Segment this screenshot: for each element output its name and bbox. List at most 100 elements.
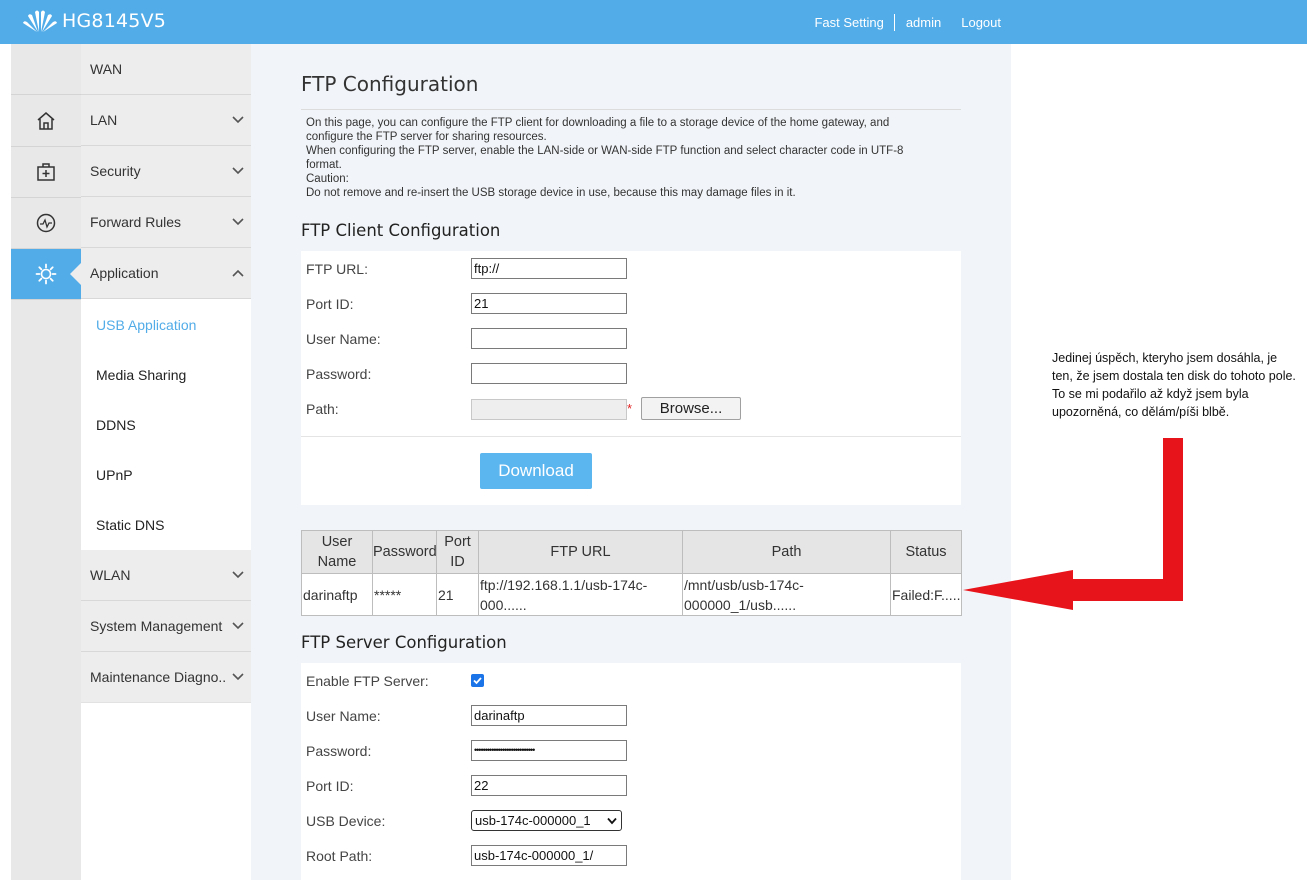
chevron-down-icon — [232, 571, 244, 579]
client-path-input — [471, 399, 627, 420]
root-path-label: Root Path: — [306, 848, 373, 864]
main-content: FTP Configuration On this page, you can … — [251, 44, 1011, 880]
submenu-media-sharing[interactable]: Media Sharing — [81, 350, 251, 400]
nav-separator — [893, 13, 895, 31]
checkmark-icon — [473, 677, 482, 685]
top-bar: HG8145V5 Fast Setting admin Logout — [0, 0, 1307, 44]
page-title: FTP Configuration — [301, 72, 479, 96]
chevron-down-icon — [232, 218, 244, 226]
ftp-url-label: FTP URL: — [306, 261, 368, 277]
pulse-icon — [36, 213, 56, 233]
brand: HG8145V5 — [22, 6, 166, 36]
server-port-label: Port ID: — [306, 778, 354, 794]
menu-security-label: Security — [90, 163, 141, 179]
menu-wlan[interactable]: WLAN — [81, 550, 251, 601]
menu-system-label: System Management — [90, 618, 223, 634]
menu-forward-rules[interactable]: Forward Rules — [81, 197, 251, 248]
browse-button[interactable]: Browse... — [641, 397, 741, 420]
huawei-logo-icon — [23, 10, 57, 32]
col-user-name: User Name — [301, 530, 373, 574]
submenu-upnp[interactable]: UPnP — [81, 450, 251, 500]
server-password-label: Password: — [306, 743, 372, 759]
submenu-usb-label: USB Application — [96, 317, 197, 333]
fast-setting-link[interactable]: Fast Setting — [814, 15, 883, 30]
ftp-server-panel: Enable FTP Server: User Name: darinaftp … — [301, 663, 961, 880]
client-user-input[interactable] — [471, 328, 627, 349]
menu-application[interactable]: Application — [81, 248, 251, 299]
usb-device-select[interactable]: usb-174c-000000_1 — [471, 810, 622, 831]
client-password-input[interactable] — [471, 363, 627, 384]
submenu-media-label: Media Sharing — [96, 367, 187, 383]
device-model: HG8145V5 — [62, 10, 167, 32]
menu-lan[interactable]: LAN — [81, 95, 251, 146]
menu-spacer — [81, 702, 251, 880]
submenu-upnp-label: UPnP — [96, 467, 133, 483]
col-port-id: Port ID — [436, 530, 479, 574]
submenu-ddns-label: DDNS — [96, 417, 136, 433]
chevron-down-icon — [232, 673, 244, 681]
enable-server-label: Enable FTP Server: — [306, 673, 429, 689]
gear-icon — [35, 263, 57, 285]
submenu-usb-application[interactable]: USB Application — [81, 300, 251, 350]
chevron-down-icon — [232, 622, 244, 630]
menu-system-management[interactable]: System Management — [81, 601, 251, 652]
col-password: Password — [372, 530, 437, 574]
nav-icon-add-box[interactable] — [11, 147, 81, 198]
ftp-download-table: User Name Password Port ID FTP URL Path … — [301, 530, 962, 616]
description-line: format. — [306, 159, 342, 171]
description-line: Do not remove and re-insert the USB stor… — [306, 187, 796, 199]
client-user-label: User Name: — [306, 331, 381, 347]
chevron-down-icon — [232, 116, 244, 124]
red-arrow-annotation — [963, 438, 1183, 610]
description-line: On this page, you can configure the FTP … — [306, 117, 890, 129]
client-port-input[interactable]: 21 — [471, 293, 627, 314]
nav-icon-application[interactable] — [11, 249, 81, 300]
logout-link[interactable]: Logout — [961, 15, 1001, 30]
chevron-down-icon — [232, 167, 244, 175]
root-path-input[interactable]: usb-174c-000000_1/ — [471, 845, 627, 866]
nav-icon-pulse[interactable] — [11, 198, 81, 249]
col-status: Status — [890, 530, 962, 574]
menu-lan-label: LAN — [90, 112, 118, 128]
submenu-staticdns-label: Static DNS — [96, 517, 165, 533]
cell-port-id: 21 — [436, 573, 479, 616]
client-section-title: FTP Client Configuration — [301, 221, 501, 240]
enable-server-checkbox[interactable] — [471, 674, 484, 687]
top-nav: Fast Setting admin Logout — [814, 0, 1307, 44]
add-box-icon — [37, 163, 55, 181]
col-ftp-url: FTP URL — [478, 530, 683, 574]
submenu-static-dns[interactable]: Static DNS — [81, 500, 251, 550]
server-port-input[interactable]: 22 — [471, 775, 627, 796]
menu-wan[interactable]: WAN — [81, 44, 251, 95]
menu-forward-label: Forward Rules — [90, 214, 182, 230]
cell-status: Failed:F...... — [890, 573, 962, 616]
submenu-ddns[interactable]: DDNS — [81, 400, 251, 450]
menu-maintenance[interactable]: Maintenance Diagno.. — [81, 652, 251, 703]
home-icon — [37, 112, 55, 130]
required-mark: * — [627, 401, 633, 416]
nav-icon-home[interactable] — [11, 96, 81, 147]
nav-icon-column — [11, 44, 81, 880]
cell-password: ***** — [372, 573, 437, 616]
table-row[interactable]: darinaftp ***** 21 ftp://192.168.1.1/usb… — [301, 573, 962, 616]
ftp-url-input[interactable]: ftp:// — [471, 258, 627, 279]
menu-wan-label: WAN — [90, 61, 123, 77]
menu-security[interactable]: Security — [81, 146, 251, 197]
admin-link[interactable]: admin — [906, 15, 941, 30]
annotation-note: Jedinej úspěch, kteryho jsem dosáhla, je… — [1052, 351, 1296, 419]
client-port-label: Port ID: — [306, 296, 354, 312]
cell-user-name: darinaftp — [301, 573, 373, 616]
server-section-title: FTP Server Configuration — [301, 633, 507, 652]
server-password-input[interactable]: •••••••••••••••••••••••••••• — [471, 740, 627, 761]
cell-ftp-url: ftp://192.168.1.1/usb-174c-000...... — [478, 573, 683, 616]
chevron-up-icon — [232, 269, 244, 277]
page-description: On this page, you can configure the FTP … — [306, 116, 946, 200]
client-divider — [301, 436, 961, 437]
description-line: Caution: — [306, 173, 349, 185]
cell-path: /mnt/usb/usb-174c-000000_1/usb...... — [682, 573, 891, 616]
download-button[interactable]: Download — [480, 453, 592, 489]
server-user-input[interactable]: darinaftp — [471, 705, 627, 726]
usb-device-value: usb-174c-000000_1 — [475, 813, 591, 828]
usb-device-label: USB Device: — [306, 813, 386, 829]
server-user-label: User Name: — [306, 708, 381, 724]
